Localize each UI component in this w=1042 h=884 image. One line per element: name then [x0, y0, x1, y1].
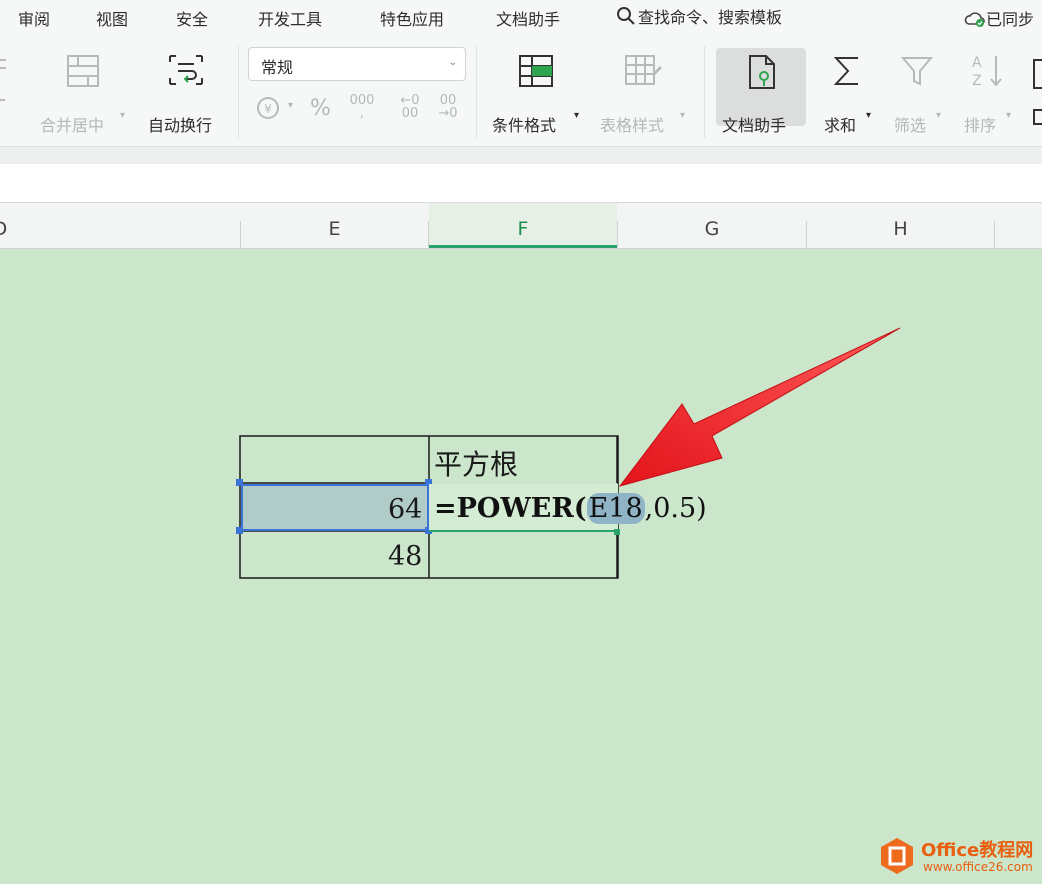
site-watermark: Office教程网 www.office26.com	[877, 834, 1037, 878]
watermark-brand: Office教程网	[921, 840, 1034, 861]
watermark-url: www.office26.com	[923, 860, 1033, 874]
office-logo-icon	[881, 838, 913, 874]
red-arrow-annotation	[618, 327, 901, 487]
